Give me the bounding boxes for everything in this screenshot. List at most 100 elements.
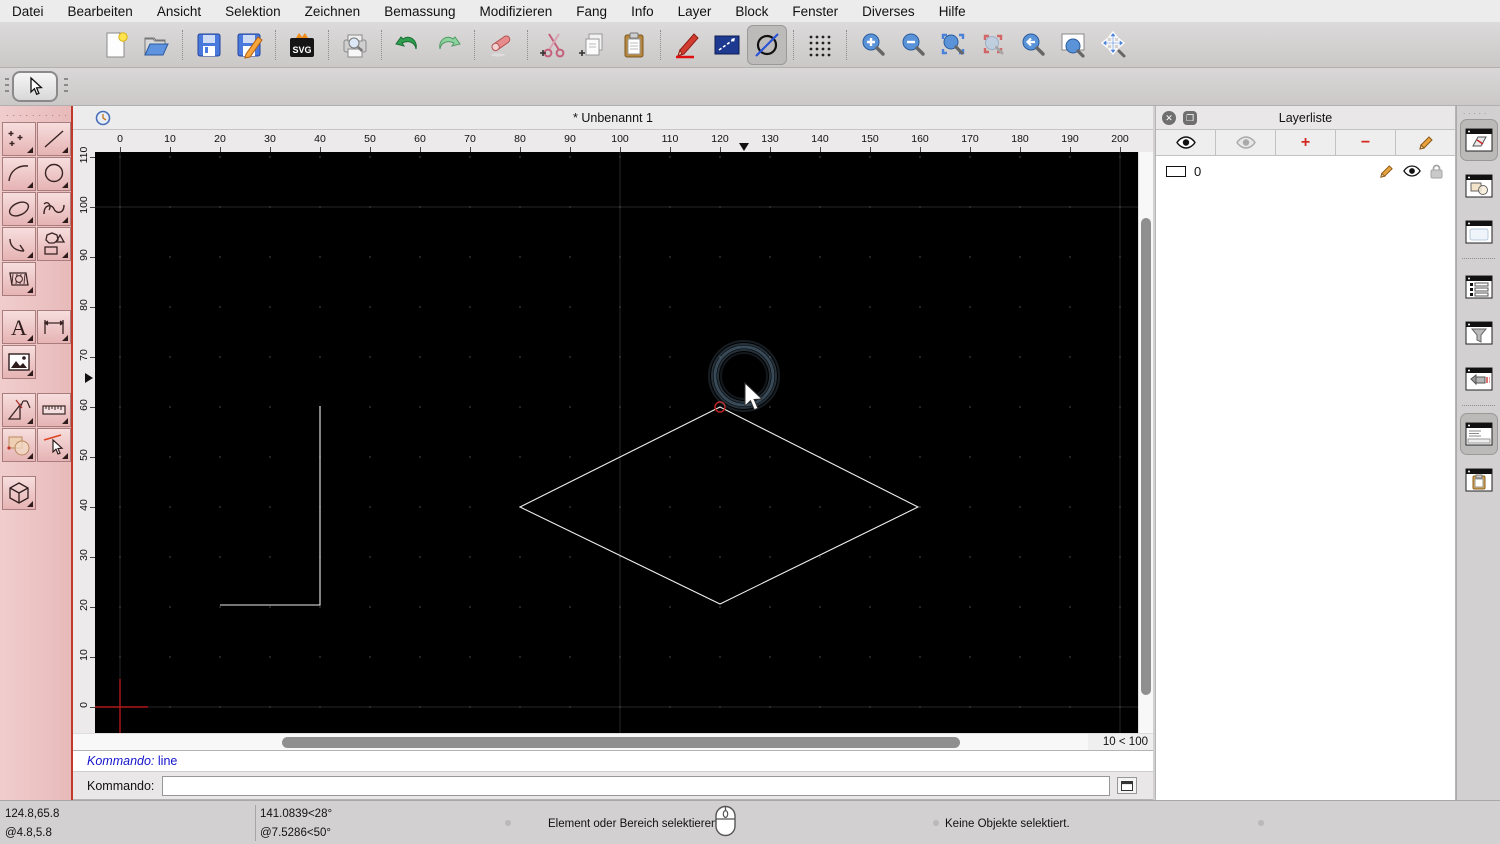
filter-dock-button[interactable] — [1460, 312, 1498, 354]
document-title-bar[interactable]: * Unbenannt 1 — [73, 106, 1153, 130]
layer-panel-toolbar: + − — [1156, 130, 1455, 156]
grid-toggle-button[interactable] — [800, 25, 840, 65]
edit-pencil-icon[interactable] — [1379, 164, 1394, 179]
new-document-button[interactable] — [96, 25, 136, 65]
toolbar-handle[interactable] — [64, 78, 68, 92]
menu-item-block[interactable]: Block — [723, 4, 780, 19]
clipboard-dock-button[interactable] — [1460, 459, 1498, 501]
menu-item-zeichnen[interactable]: Zeichnen — [293, 4, 373, 19]
grid-dot — [719, 156, 721, 158]
drawn-entity — [518, 406, 920, 605]
palette-handle[interactable]: .......... — [6, 110, 66, 116]
open-file-button[interactable] — [136, 25, 176, 65]
zoom-auto-button[interactable] — [933, 25, 973, 65]
hide-all-layers-button[interactable] — [1216, 130, 1276, 155]
grid-dot — [619, 556, 621, 558]
v-ruler-label: 20 — [78, 599, 90, 611]
command-widget-dock-button[interactable] — [1459, 413, 1498, 455]
polyline-tool[interactable] — [2, 227, 36, 261]
horizontal-scrollbar-thumb[interactable] — [282, 737, 960, 748]
plugin-dock-button[interactable] — [1460, 358, 1498, 400]
toolbar-separator — [474, 29, 475, 60]
menu-item-hilfe[interactable]: Hilfe — [927, 4, 978, 19]
menu-item-selektion[interactable]: Selektion — [213, 4, 293, 19]
menu-item-fang[interactable]: Fang — [564, 4, 619, 19]
grid-dot — [1019, 556, 1021, 558]
svg-export-button[interactable]: SVG — [282, 25, 322, 65]
dock-handle[interactable]: ..... — [1463, 109, 1494, 117]
block-list-dock-button[interactable] — [1460, 165, 1498, 207]
visible-eye-icon[interactable] — [1403, 165, 1421, 177]
zoom-previous-button[interactable] — [1013, 25, 1053, 65]
text-tool[interactable]: A — [2, 310, 36, 344]
zoom-selection-button[interactable] — [973, 25, 1013, 65]
grid-dot — [1069, 556, 1071, 558]
zoom-out-button[interactable] — [893, 25, 933, 65]
dimension-tool[interactable] — [37, 310, 71, 344]
undo-button[interactable] — [388, 25, 428, 65]
redo-button[interactable] — [428, 25, 468, 65]
menu-item-bearbeiten[interactable]: Bearbeiten — [56, 4, 145, 19]
show-all-layers-button[interactable] — [1156, 130, 1216, 155]
command-detach-button[interactable] — [1117, 777, 1138, 794]
grid-dot — [869, 606, 871, 608]
grid-dot — [919, 556, 921, 558]
remove-layer-button[interactable]: − — [1336, 130, 1396, 155]
command-input[interactable] — [162, 775, 1111, 796]
distance-rectangle-button[interactable] — [707, 25, 747, 65]
float-panel-icon[interactable]: ❐ — [1183, 111, 1197, 125]
menu-item-diverses[interactable]: Diverses — [850, 4, 927, 19]
menu-item-info[interactable]: Info — [619, 4, 666, 19]
hatch-tool[interactable] — [2, 262, 36, 296]
line-tool[interactable] — [37, 122, 71, 156]
add-layer-button[interactable]: + — [1276, 130, 1336, 155]
save-as-button[interactable] — [229, 25, 269, 65]
layer-row[interactable]: 0 — [1156, 160, 1455, 182]
spline-tool[interactable] — [37, 192, 71, 226]
image-tool[interactable] — [2, 345, 36, 379]
edit-layer-button[interactable] — [1396, 130, 1455, 155]
close-icon[interactable]: ✕ — [1162, 111, 1176, 125]
menu-item-layer[interactable]: Layer — [666, 4, 724, 19]
menu-item-modifizieren[interactable]: Modifizieren — [468, 4, 565, 19]
grid-dot — [569, 156, 571, 158]
menu-item-fenster[interactable]: Fenster — [780, 4, 850, 19]
arc-tool[interactable] — [2, 157, 36, 191]
select-tool-button[interactable] — [12, 71, 58, 102]
vertical-scrollbar[interactable] — [1138, 152, 1153, 733]
zoom-in-button[interactable] — [853, 25, 893, 65]
circle-line-button[interactable] — [747, 24, 787, 65]
drafting-tools-tool[interactable] — [2, 393, 36, 427]
menu-item-ansicht[interactable]: Ansicht — [145, 4, 213, 19]
delete-eraser-button[interactable] — [481, 25, 521, 65]
points-tool[interactable] — [2, 122, 36, 156]
grid-dot — [169, 606, 171, 608]
vertical-scrollbar-thumb[interactable] — [1141, 218, 1151, 695]
measure-ruler-tool[interactable] — [37, 393, 71, 427]
ellipse-tool[interactable] — [2, 192, 36, 226]
solid-3d-tool[interactable] — [2, 476, 36, 510]
toolbar-handle[interactable] — [5, 78, 9, 92]
polygon-tool[interactable] — [37, 227, 71, 261]
zoom-window-button[interactable] — [1053, 25, 1093, 65]
lock-icon[interactable] — [1430, 164, 1443, 179]
drawing-canvas[interactable] — [92, 152, 1138, 735]
cut-button[interactable] — [534, 25, 574, 65]
layer-color-swatch[interactable] — [1166, 165, 1186, 177]
menu-item-datei[interactable]: Datei — [0, 4, 56, 19]
pan-button[interactable] — [1093, 25, 1133, 65]
menu-item-bemassung[interactable]: Bemassung — [372, 4, 467, 19]
copy-button[interactable] — [574, 25, 614, 65]
grid-dot — [269, 206, 271, 208]
modify-tool[interactable] — [2, 428, 36, 462]
save-button[interactable] — [189, 25, 229, 65]
library-browser-dock-button[interactable] — [1460, 211, 1498, 253]
horizontal-scrollbar[interactable] — [73, 733, 1088, 750]
paste-button[interactable] — [614, 25, 654, 65]
entity-list-dock-button[interactable] — [1460, 266, 1498, 308]
layer-list-dock-button[interactable] — [1459, 119, 1498, 161]
explode-tool[interactable] — [37, 428, 71, 462]
circle-tool[interactable] — [37, 157, 71, 191]
draw-pen-button[interactable] — [667, 25, 707, 65]
print-preview-button[interactable] — [335, 25, 375, 65]
